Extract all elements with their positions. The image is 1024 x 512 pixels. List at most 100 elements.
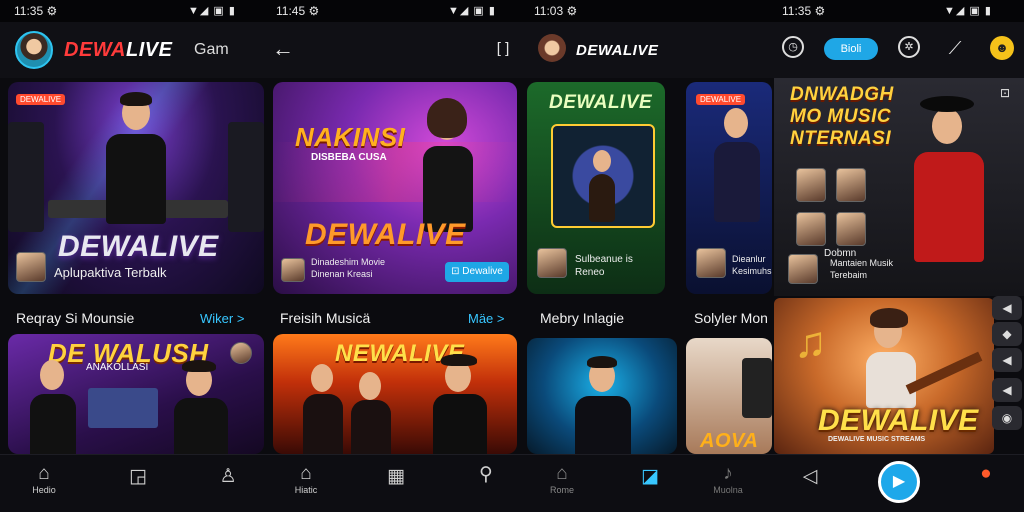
screen1-header: DEWALIVE Gam bbox=[0, 22, 268, 78]
header-label[interactable]: Gam bbox=[194, 41, 229, 59]
bell-button[interactable]: Bioli bbox=[824, 38, 878, 60]
nav-music[interactable]: ♪ Muolna bbox=[708, 463, 748, 495]
edit-icon: ◪ bbox=[641, 466, 659, 487]
bottom-nav: ⌂ Hiatic ▦ ⚲ bbox=[268, 454, 528, 512]
card-subtitle: DEWALIVE MUSIC STREAMS bbox=[828, 436, 926, 443]
status-time: 11:03 ⚙ bbox=[534, 4, 578, 18]
nav-calendar[interactable]: ▦ bbox=[376, 465, 416, 487]
nav-label: Hiatic bbox=[294, 485, 318, 495]
avatar[interactable] bbox=[538, 34, 566, 62]
back-arrow-icon[interactable]: ← bbox=[270, 36, 296, 62]
thumbnail bbox=[836, 212, 866, 246]
play-button[interactable]: ▶ bbox=[878, 461, 920, 503]
share-icon[interactable]: ◀ bbox=[992, 296, 1022, 320]
hero-card[interactable]: DEWALIVE DEWALIVE Aplupaktiva Terbalk bbox=[8, 82, 264, 294]
bookmark-icon[interactable]: ⊡ bbox=[996, 84, 1014, 102]
comment-icon[interactable]: ◀ bbox=[992, 348, 1022, 372]
channel-avatar bbox=[537, 248, 567, 278]
content-card[interactable]: DEWALIVE Dieanlur Kesimuhs bbox=[686, 82, 772, 294]
status-bar: 11:35 ⚙ ▼◢ ▣ ▮ 11:45 ⚙ ▼◢ ▣ ▮ 11:03 ⚙ 11… bbox=[0, 0, 1024, 22]
see-more-link[interactable]: Mäe > bbox=[468, 311, 505, 326]
like-icon[interactable]: ◆ bbox=[992, 322, 1022, 346]
live-tag: DEWALIVE bbox=[16, 94, 66, 105]
bottom-nav: ⌂ Hedio ◲ ♙ bbox=[0, 454, 268, 512]
compass-icon: ◲ bbox=[129, 466, 147, 487]
laptop-icon bbox=[88, 388, 158, 428]
nav-profile[interactable]: ● bbox=[966, 463, 1006, 485]
thumbnail bbox=[796, 212, 826, 246]
thumbnail bbox=[796, 168, 826, 202]
nav-search[interactable]: ⚲ bbox=[466, 463, 506, 485]
status-icons: ▼◢ ▣ ▮ bbox=[448, 5, 496, 17]
share-icon: ◁ bbox=[802, 466, 818, 487]
featured-card[interactable]: ♫ DEWALIVE DEWALIVE MUSIC STREAMS bbox=[774, 298, 994, 454]
channel-avatar bbox=[230, 342, 252, 364]
section-title: Freisih Musicä bbox=[280, 310, 371, 326]
nav-explore[interactable]: ◲ bbox=[118, 465, 158, 487]
nav-label: Muolna bbox=[713, 485, 743, 495]
section-title: Solyler Mon bbox=[694, 310, 768, 326]
see-more-link[interactable]: Wiker > bbox=[200, 311, 244, 326]
send-icon[interactable]: ◀ bbox=[992, 378, 1022, 402]
nav-compose[interactable]: ◪ bbox=[630, 465, 670, 487]
bottom-nav: ⌂ Rome ◪ ♪ Muolna ◁ ▶ ● bbox=[528, 454, 1024, 512]
section-title: Reqray Si Mounsie bbox=[16, 310, 135, 326]
hero-subtitle: Aplupaktiva Terbalk bbox=[54, 265, 167, 280]
status-time: 11:35 ⚙ bbox=[782, 4, 826, 18]
hero-card[interactable]: NAKINSI DISBEBA CUSA DEWALIVE Dinadeshim… bbox=[273, 82, 517, 294]
hero-subtitle: Dinadeshim Movie bbox=[311, 257, 386, 267]
clock-icon[interactable]: ◷ bbox=[782, 36, 804, 58]
hero-title-top: NAKINSI bbox=[295, 122, 406, 152]
status-icons: ▼◢ ▣ ▮ bbox=[944, 5, 992, 17]
avatar[interactable] bbox=[15, 31, 53, 69]
speaker-icon bbox=[8, 122, 44, 232]
fullscreen-icon[interactable]: [ ] bbox=[490, 36, 516, 62]
channel-avatar bbox=[696, 248, 726, 278]
emoji-icon[interactable]: ☻ bbox=[990, 36, 1014, 60]
nav-home[interactable]: ⌂ Rome bbox=[542, 463, 582, 495]
profile-icon: ● bbox=[980, 463, 992, 484]
nav-label: Rome bbox=[549, 485, 574, 495]
hero-card[interactable]: DEWALIVE Sulbeanue is Reneo bbox=[527, 82, 665, 294]
nav-profile[interactable]: ♙ bbox=[208, 465, 248, 487]
hero-title: DEWALIVE bbox=[549, 92, 653, 113]
content-card[interactable]: NEWALIVE bbox=[273, 334, 517, 454]
content-card[interactable] bbox=[527, 338, 677, 454]
nav-share[interactable]: ◁ bbox=[790, 465, 830, 487]
app-logo[interactable]: DEWALIVE bbox=[576, 42, 658, 59]
watch-button[interactable]: ⊡ Dewalive bbox=[445, 262, 509, 282]
hero-title-line1: DNWADGH bbox=[790, 84, 894, 105]
channel-avatar bbox=[16, 252, 46, 282]
hero-title: DEWALIVE bbox=[305, 218, 466, 251]
music-icon: ♪ bbox=[723, 463, 733, 484]
hero-tagline: DISBEBA CUSA bbox=[311, 152, 387, 163]
settings-icon[interactable]: ✲ bbox=[898, 36, 920, 58]
card-subtitle: Dieanlur bbox=[732, 254, 766, 264]
music-note-icon: ♫ bbox=[794, 318, 827, 367]
thumbnail bbox=[836, 168, 866, 202]
home-icon: ⌂ bbox=[556, 463, 568, 484]
status-time: 11:45 ⚙ bbox=[276, 4, 320, 18]
home-icon: ⌂ bbox=[300, 463, 312, 484]
disc-icon[interactable]: ◉ bbox=[992, 406, 1022, 430]
hero-subtitle-2: Mantaien Musik bbox=[830, 258, 894, 268]
content-card[interactable]: DE WALUSH ANAKOLLASI bbox=[8, 334, 264, 454]
channel-avatar bbox=[788, 254, 818, 284]
hero-card[interactable]: DNWADGH MO MUSIC NTERNASI ⊡ Dobmn Mantai… bbox=[774, 78, 1024, 296]
search-icon: ⚲ bbox=[479, 464, 493, 485]
content-card[interactable]: AOVA bbox=[686, 338, 772, 454]
nav-home[interactable]: ⌂ Hiatic bbox=[286, 463, 326, 495]
app-logo[interactable]: DEWALIVE bbox=[64, 39, 172, 62]
guitar-icon bbox=[905, 351, 983, 395]
nav-label: Hedio bbox=[32, 485, 56, 495]
section-title: Mebry Inlagie bbox=[540, 310, 625, 326]
nav-home[interactable]: ⌂ Hedio bbox=[24, 463, 64, 495]
screen2-header: ← [ ] bbox=[268, 22, 528, 78]
hero-subtitle-2: Dinenan Kreasi bbox=[311, 269, 373, 279]
calendar-icon: ▦ bbox=[387, 466, 405, 487]
screen3-header: DEWALIVE ◷ Bioli ✲ ⟋ ☻ bbox=[528, 22, 1024, 78]
phone-icon bbox=[742, 358, 772, 418]
hero-subtitle: Sulbeanue is bbox=[575, 254, 633, 265]
status-time: 11:35 ⚙ bbox=[14, 4, 58, 18]
microphone-icon[interactable]: ⟋ bbox=[942, 35, 968, 61]
